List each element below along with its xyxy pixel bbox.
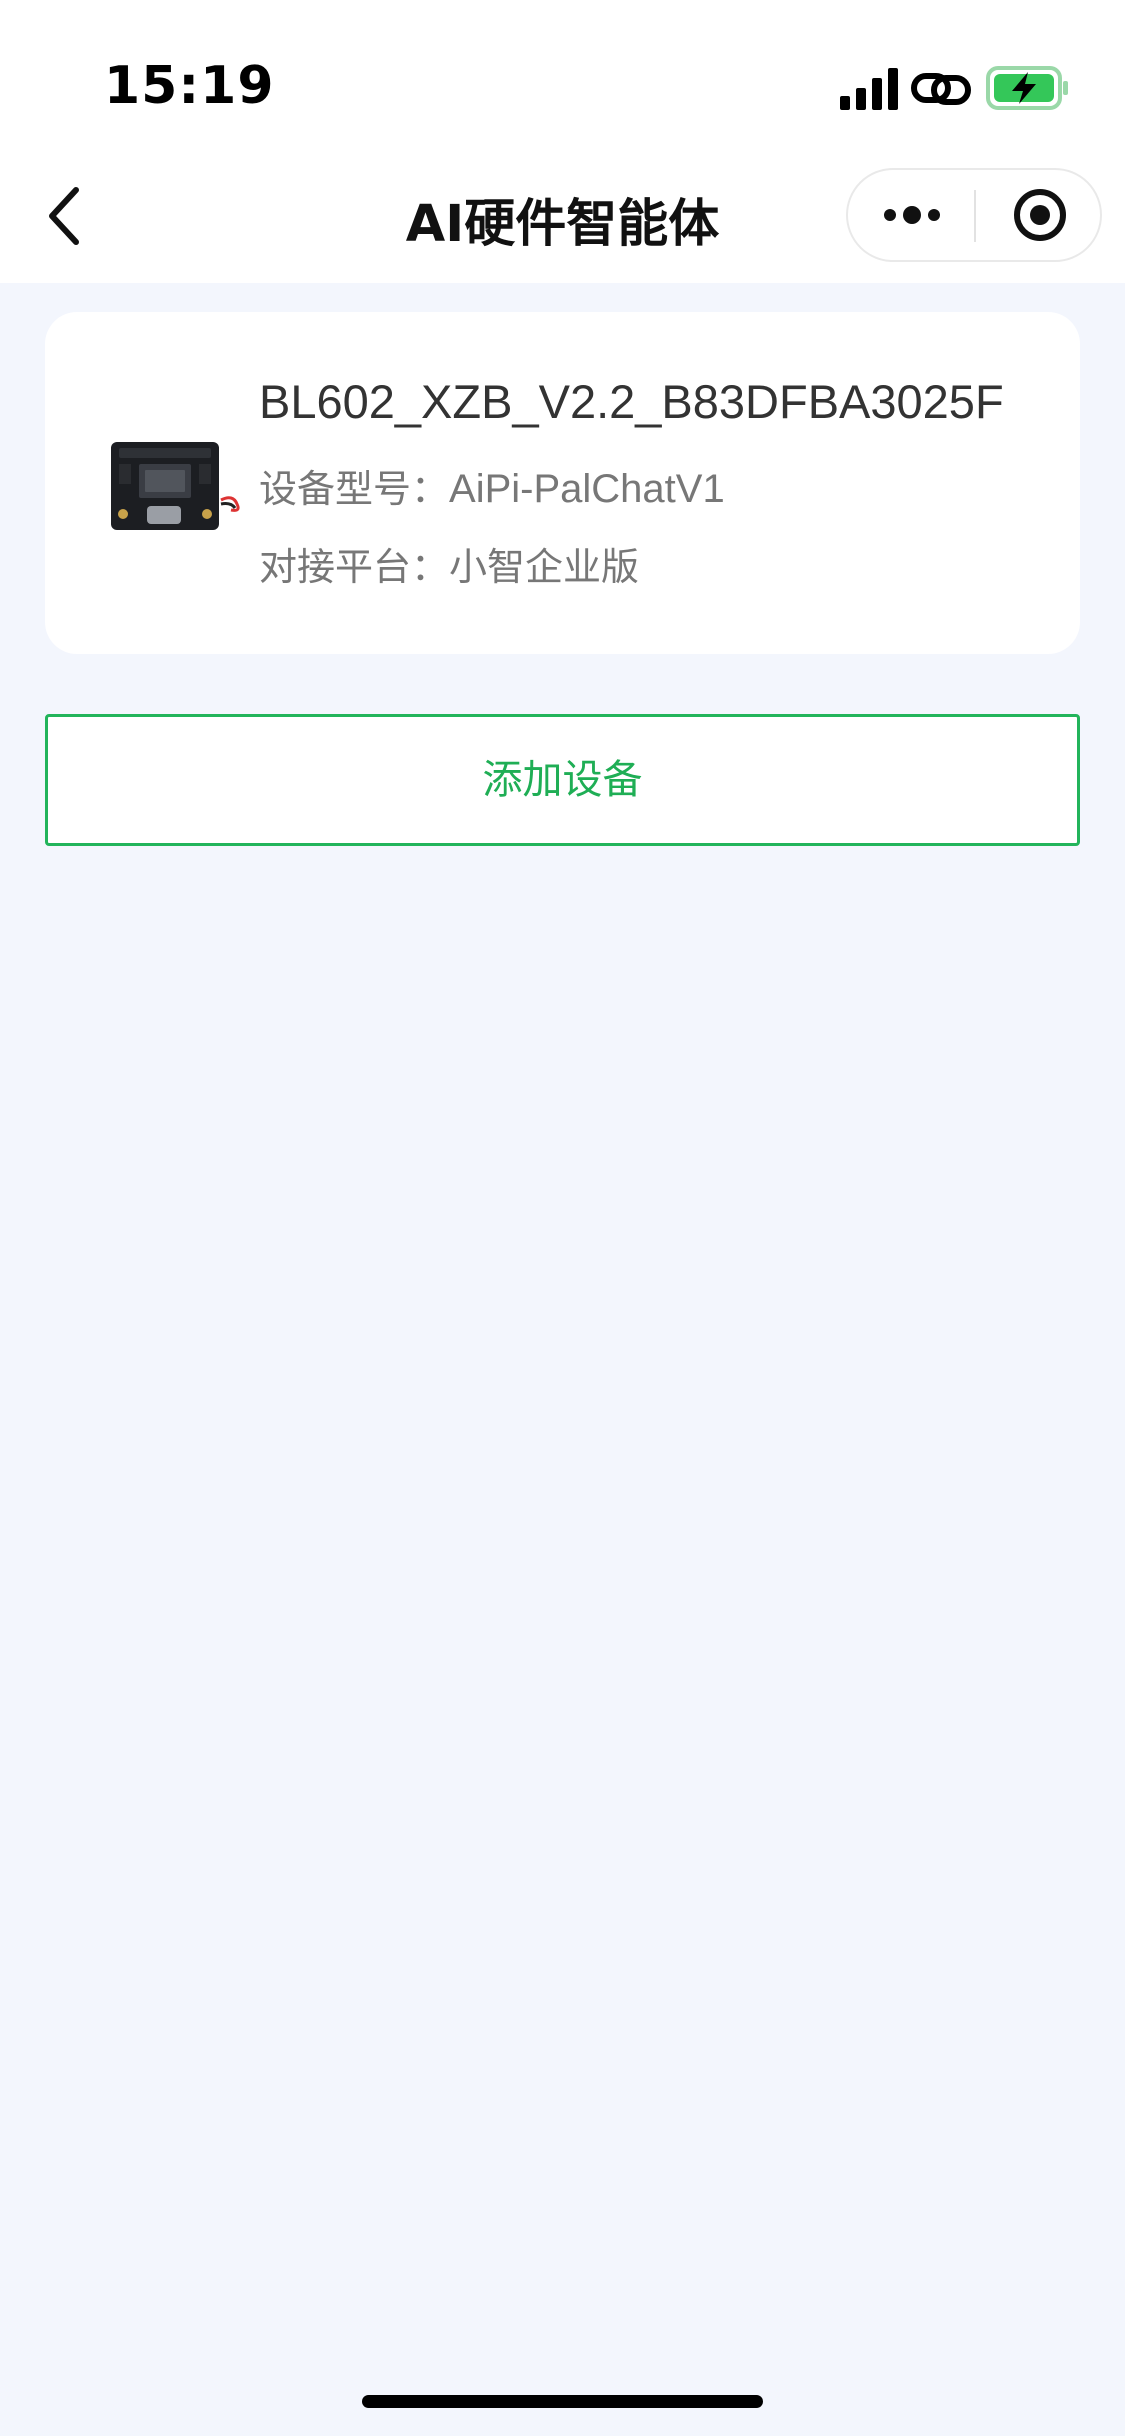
status-time: 15:19: [104, 56, 275, 116]
dev-board-image: [111, 442, 240, 530]
capsule-divider: [974, 190, 976, 242]
battery-charging-icon: [986, 66, 1068, 110]
add-device-button[interactable]: 添加设备: [45, 714, 1080, 846]
device-platform-label: 对接平台：: [259, 545, 450, 589]
target-close-icon[interactable]: [998, 184, 1082, 246]
more-dots-icon[interactable]: [866, 184, 958, 246]
device-model-label: 设备型号：: [259, 467, 450, 511]
device-model-value: AiPi-PalChatV1: [449, 467, 725, 511]
device-platform-value: 小智企业版: [449, 545, 640, 589]
mini-program-capsule: [846, 168, 1102, 262]
device-platform-row: 对接平台：小智企业版: [259, 536, 639, 591]
link-icon: [911, 73, 971, 105]
home-indicator[interactable]: [362, 2395, 763, 2408]
device-card[interactable]: BL602_XZB_V2.2_B83DFBA3025F 设备型号：AiPi-Pa…: [45, 312, 1080, 654]
device-model-row: 设备型号：AiPi-PalChatV1: [259, 458, 725, 513]
signal-icon: [840, 68, 898, 110]
device-name: BL602_XZB_V2.2_B83DFBA3025F: [259, 375, 1004, 428]
